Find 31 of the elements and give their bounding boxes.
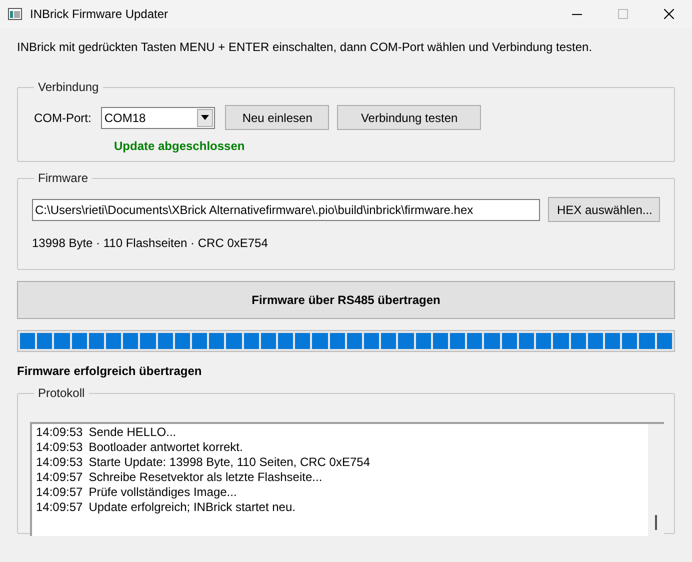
log-message: Prüfe vollständiges Image... [88, 485, 237, 500]
group-title: Protokoll [37, 385, 86, 402]
instruction-text: INBrick mit gedrückten Tasten MENU + ENTER einschalten, dann COM-Port wählen und Verbindung testen. [17, 39, 594, 56]
window-title: INBrick Firmware Updater [30, 6, 170, 23]
maximize-icon [618, 9, 628, 19]
log-time: 14:09:53 [36, 425, 83, 440]
log-message: Sende HELLO... [88, 425, 176, 440]
firmware-info: 13998 Byte · 110 Flashseiten · CRC 0xE754 [32, 235, 268, 252]
browse-button[interactable]: HEX auswählen... [548, 197, 660, 222]
log-message: Bootloader antwortet korrekt. [88, 440, 243, 455]
log-time: 14:09:57 [36, 470, 83, 485]
log-message: Starte Update: 13998 Byte, 110 Seiten, CRC 0xE754 [88, 455, 370, 470]
caret-icon [201, 115, 210, 120]
result-text: Firmware erfolgreich übertragen [17, 363, 202, 380]
connection-status: Update abgeschlossen [114, 138, 245, 155]
test-connection-button[interactable]: Verbindung testen [337, 105, 482, 130]
close-icon [664, 9, 674, 19]
log-time: 14:09:53 [36, 440, 83, 455]
app-icon [8, 8, 22, 20]
port-dropdown[interactable]: COM18 [101, 106, 216, 128]
log-message: Update erfolgreich; INBrick startet neu. [88, 500, 296, 515]
group-title: Verbindung [37, 79, 100, 96]
group-title: Firmware [37, 170, 89, 187]
log-message: Schreibe Resetvektor als letzte Flashseite... [88, 470, 322, 485]
log-time: 14:09:53 [36, 455, 83, 470]
log-time: 14:09:57 [36, 485, 83, 500]
log-time: 14:09:57 [36, 500, 83, 515]
transfer-button[interactable]: Firmware über RS485 übertragen [17, 281, 675, 319]
file-path-field[interactable]: C:\Users\rieti\Documents\XBrick Alternativefirmware\.pio\build\inbrick\firmware.hex [32, 198, 540, 220]
rescan-button[interactable]: Neu einlesen [225, 105, 330, 130]
port-label: COM-Port: [34, 110, 92, 126]
